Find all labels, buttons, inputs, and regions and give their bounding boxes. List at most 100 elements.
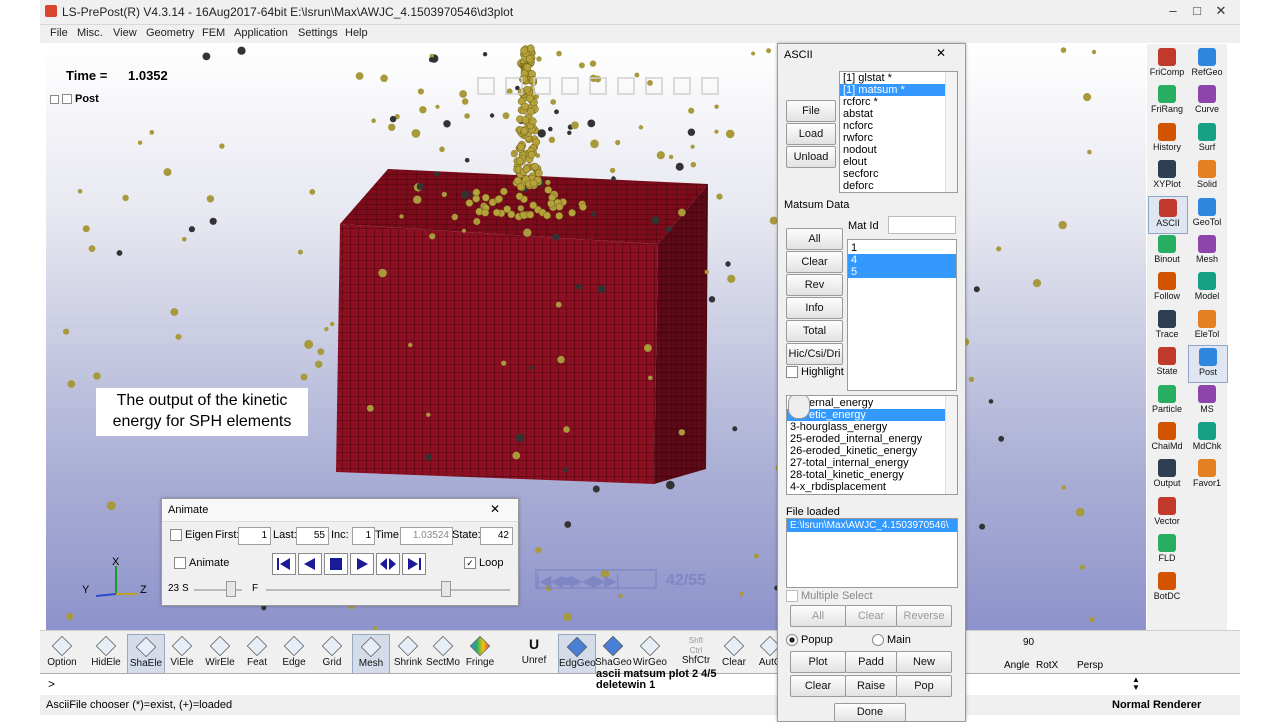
file-list-item[interactable]: rwforc <box>840 132 945 144</box>
tool-geotol[interactable]: GeoTol <box>1188 196 1226 232</box>
menu-geometry[interactable]: Geometry <box>146 27 194 39</box>
tool-particle[interactable]: Particle <box>1148 383 1186 419</box>
highlight-checkbox[interactable] <box>786 366 798 379</box>
bottom-tool-wirele[interactable]: WirEle <box>202 634 238 672</box>
mat-id-list[interactable]: 145 <box>847 239 957 391</box>
loop-checkbox[interactable]: ✓ <box>464 557 476 570</box>
file-list-scrollbar[interactable] <box>945 72 957 192</box>
model-tree[interactable]: Post <box>50 93 99 105</box>
file-list-item[interactable]: ncforc <box>840 120 945 132</box>
speed-slider[interactable] <box>226 581 236 597</box>
tool-vector[interactable]: Vector <box>1148 495 1186 531</box>
plot-button[interactable]: Plot <box>790 651 846 673</box>
menu-view[interactable]: View <box>113 27 137 39</box>
file-list-item[interactable]: [1] matsum * <box>840 84 945 96</box>
multiple-select-option[interactable]: Multiple Select <box>786 590 873 603</box>
file-list-item[interactable]: nodout <box>840 144 945 156</box>
menu-help[interactable]: Help <box>345 27 368 39</box>
highlight-option[interactable]: Highlight <box>786 366 844 379</box>
hic-csi-dri-button[interactable]: Hic/Csi/Dri <box>786 343 843 365</box>
main-radio[interactable] <box>872 634 884 647</box>
command-line[interactable]: > ascii matsum plot 2 4/5 deletewin 1 ▲ ▼ <box>40 669 1240 694</box>
raise-button[interactable]: Raise <box>845 675 897 697</box>
file-list-item[interactable]: rcforc * <box>840 96 945 108</box>
menu-file[interactable]: File <box>50 27 68 39</box>
minimize-button[interactable]: – <box>1162 3 1184 19</box>
data-rev-button[interactable]: Rev <box>786 274 843 296</box>
bottom-tool-shaele[interactable]: ShaEle <box>127 634 165 674</box>
frame-slider[interactable] <box>441 581 451 597</box>
component-item[interactable]: 25-eroded_internal_energy <box>787 433 945 445</box>
ascii-file-list[interactable]: [1] glstat * [1] matsum * rcforc * abstat nc… <box>839 71 958 193</box>
bottom-tool-sectmo[interactable]: SectMo <box>425 634 461 672</box>
component-item[interactable]: ernal_energy <box>787 397 945 409</box>
popup-option[interactable]: Popup <box>786 634 833 647</box>
prev-frame-button[interactable] <box>298 553 322 575</box>
tool-trace[interactable]: Trace <box>1148 308 1186 344</box>
tool-post[interactable]: Post <box>1188 345 1228 384</box>
menu-settings[interactable]: Settings <box>298 27 338 39</box>
popup-radio[interactable] <box>786 634 798 647</box>
bottom-tool-shageo[interactable]: ShaGeo <box>595 634 632 672</box>
close-button[interactable]: ✕ <box>1210 3 1232 19</box>
tool-ascii[interactable]: ASCII <box>1148 195 1188 234</box>
menu-application[interactable]: Application <box>234 27 288 39</box>
new-button[interactable]: New <box>896 651 952 673</box>
tool-botdc[interactable]: BotDC <box>1148 570 1186 606</box>
time-field[interactable]: 1.03524 <box>400 527 453 545</box>
padd-button[interactable]: Padd <box>845 651 897 673</box>
file-list-item[interactable]: abstat <box>840 108 945 120</box>
file-button[interactable]: File <box>786 100 836 122</box>
animate-checkbox[interactable] <box>174 557 186 570</box>
file-list-item[interactable]: secforc <box>840 168 945 180</box>
bottom-tool-shfctr[interactable]: Shft Ctrl ShfCtr <box>678 634 714 672</box>
bottom-tool-mesh[interactable]: Mesh <box>352 634 390 674</box>
animate-option[interactable]: Animate <box>174 557 229 570</box>
component-item[interactable]: 28-total_kinetic_energy <box>787 469 945 481</box>
play-both-button[interactable] <box>376 553 400 575</box>
mat-id-item[interactable]: 4 <box>848 254 956 266</box>
tool-mesh[interactable]: Mesh <box>1188 233 1226 269</box>
component-item[interactable]: etic_energy <box>787 409 945 421</box>
tool-solid[interactable]: Solid <box>1188 158 1226 194</box>
bottom-tool-option[interactable]: Option <box>44 634 80 672</box>
tool-model[interactable]: Model <box>1188 270 1226 306</box>
maximize-button[interactable]: □ <box>1186 3 1208 19</box>
mat-id-item[interactable]: 1 <box>848 242 956 254</box>
inc-field[interactable]: 1 <box>352 527 375 545</box>
tool-surf[interactable]: Surf <box>1188 121 1226 157</box>
loop-option[interactable]: ✓ Loop <box>464 557 503 570</box>
tool-chaimd[interactable]: ChaiMd <box>1148 420 1186 456</box>
bottom-tool-clear[interactable]: Clear <box>716 634 752 672</box>
pop-button[interactable]: Pop <box>896 675 952 697</box>
component-list[interactable]: ernal_energy etic_energy 3-hourglass_energ… <box>786 395 958 495</box>
multi-all-button[interactable]: All <box>790 605 846 627</box>
multi-reverse-button[interactable]: Reverse <box>896 605 952 627</box>
rotx-tool[interactable]: RotX <box>1036 660 1058 671</box>
tool-refgeo[interactable]: RefGeo <box>1188 46 1226 82</box>
file-list-item[interactable]: elout <box>840 156 945 168</box>
bottom-tool-grid[interactable]: Grid <box>314 634 350 672</box>
animate-close-button[interactable]: ✕ <box>490 502 500 516</box>
tool-fricomp[interactable]: FriComp <box>1148 46 1186 82</box>
state-field[interactable]: 42 <box>480 527 513 545</box>
angle-tool[interactable]: Angle <box>1004 660 1030 671</box>
component-list-scrollbar[interactable] <box>945 396 957 494</box>
tool-mdchk[interactable]: MdChk <box>1188 420 1226 456</box>
tool-eletol[interactable]: EleTol <box>1188 308 1226 344</box>
bottom-tool-hidele[interactable]: HidEle <box>88 634 124 672</box>
component-item[interactable]: 26-eroded_kinetic_energy <box>787 445 945 457</box>
unload-button[interactable]: Unload <box>786 146 836 168</box>
multi-clear-button[interactable]: Clear <box>845 605 897 627</box>
file-list-item[interactable]: deforc <box>840 180 945 192</box>
data-total-button[interactable]: Total <box>786 320 843 342</box>
tool-follow[interactable]: Follow <box>1148 270 1186 306</box>
first-field[interactable]: 1 <box>238 527 271 545</box>
tool-binout[interactable]: Binout <box>1148 233 1186 269</box>
post-checkbox[interactable] <box>62 94 72 105</box>
load-button[interactable]: Load <box>786 123 836 145</box>
mat-id-item[interactable]: 5 <box>848 266 956 278</box>
data-info-button[interactable]: Info <box>786 297 843 319</box>
data-clear-button[interactable]: Clear <box>786 251 843 273</box>
action-clear-button[interactable]: Clear <box>790 675 846 697</box>
